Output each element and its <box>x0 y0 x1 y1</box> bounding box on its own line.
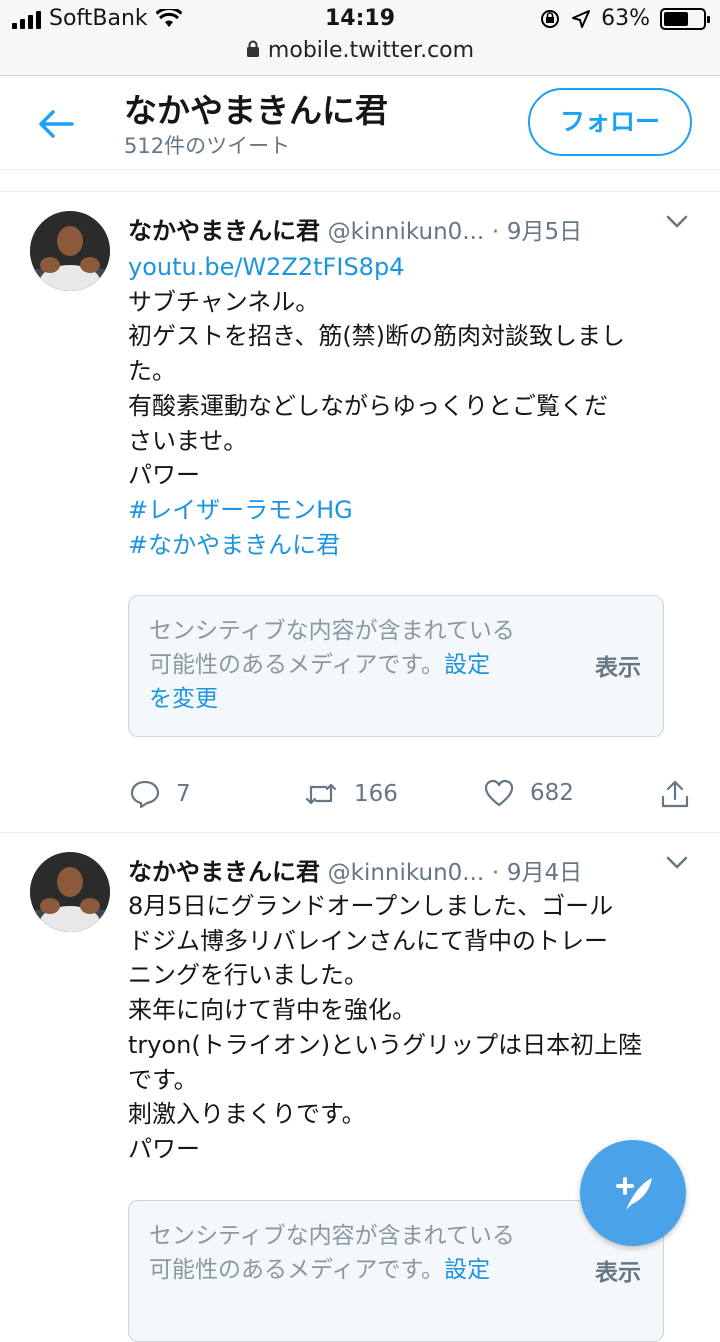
notice-line: センシティブな内容が含まれている <box>149 618 515 644</box>
author-handle[interactable]: @kinnikun0... <box>328 219 485 245</box>
notice-line: 可能性のあるメディアです。 <box>149 652 445 678</box>
browser-chrome: SoftBank 14:19 63% mobile.twitter.com <box>0 0 720 76</box>
battery-icon <box>660 7 710 30</box>
tweet-text: 8月5日にグランドオープンしました、ゴール ドジム博多リバレインさんにて背中のト… <box>128 889 692 1167</box>
tweet-link[interactable]: youtu.be/W2Z2tFIS8p4 <box>128 250 692 285</box>
notice-line: センシティブな内容が含まれている <box>149 1223 515 1249</box>
show-media-button[interactable]: 表示 <box>595 648 641 682</box>
sensitive-media-text: センシティブな内容が含まれている 可能性のあるメディアです。設定 <box>149 1219 549 1287</box>
tweet-line: さいませ。 <box>128 426 248 455</box>
tweet-line: 刺激入りまくりです。 <box>128 1100 366 1129</box>
change-settings-link[interactable]: を変更 <box>149 686 218 712</box>
reply-icon <box>130 780 160 809</box>
author-name[interactable]: なかやまきんに君 <box>128 217 320 245</box>
tweet-header: なかやまきんに君 @kinnikun0... · 9月4日 <box>128 852 688 887</box>
like-count: 682 <box>530 780 574 806</box>
lock-icon <box>246 40 259 57</box>
tweet-line: ニングを行いました。 <box>128 961 368 990</box>
tweet-line: 8月5日にグランドオープンしました、ゴール <box>128 892 614 920</box>
retweet-icon <box>305 783 337 805</box>
reply-count: 7 <box>176 781 191 807</box>
tweet-text: youtu.be/W2Z2tFIS8p4 サブチャンネル。 初ゲストを招き、筋(… <box>128 250 692 562</box>
location-arrow-icon <box>572 9 591 28</box>
retweet-button[interactable]: 166 <box>304 779 398 809</box>
tweet-date[interactable]: 9月4日 <box>507 860 582 886</box>
status-bar: SoftBank 14:19 63% <box>0 0 720 40</box>
hashtag-link[interactable]: #なかやまきんに君 <box>128 528 692 563</box>
orientation-lock-icon <box>541 9 560 28</box>
tweet-line: ドジム博多リバレインさんにて背中のトレー <box>128 926 608 955</box>
share-icon <box>661 780 689 808</box>
chevron-down-icon[interactable] <box>666 215 688 229</box>
tweet-line: 初ゲストを招き、筋(禁)断の筋肉対談致しまし <box>128 322 626 351</box>
compose-feather-icon <box>616 1177 652 1210</box>
like-button[interactable]: 682 <box>484 779 574 807</box>
follow-button[interactable]: フォロー <box>528 88 692 156</box>
separator-dot: · <box>491 219 500 245</box>
tweet-line: tryon(トライオン)というグリップは日本初上陸 <box>128 1030 643 1059</box>
tweet-date[interactable]: 9月5日 <box>507 219 582 245</box>
sensitive-media-text: センシティブな内容が含まれている 可能性のあるメディアです。設定 を変更 <box>149 614 549 716</box>
change-settings-link[interactable]: 設定 <box>444 1257 490 1283</box>
url-host: mobile.twitter.com <box>267 38 475 63</box>
avatar-image <box>30 211 110 291</box>
heart-icon <box>484 779 514 807</box>
tweet-header: なかやまきんに君 @kinnikun0... · 9月5日 <box>128 211 688 246</box>
separator-dot: · <box>491 860 500 886</box>
share-button[interactable] <box>660 779 690 809</box>
avatar[interactable] <box>30 211 110 291</box>
tweet-line: です。 <box>128 1065 198 1094</box>
change-settings-link[interactable]: 設定 <box>444 652 490 678</box>
tweet[interactable]: なかやまきんに君 @kinnikun0... · 9月5日 youtu.be/W… <box>0 193 720 833</box>
tweet-line: 来年に向けて背中を強化。 <box>128 996 416 1025</box>
timeline-divider <box>0 170 720 192</box>
profile-header: なかやまきんに君 512件のツイート フォロー <box>0 76 720 170</box>
retweet-count: 166 <box>354 781 398 807</box>
show-media-button[interactable]: 表示 <box>595 1253 641 1287</box>
back-arrow-icon[interactable] <box>36 106 76 142</box>
tweet-actions: 7 166 682 <box>128 779 694 819</box>
avatar-image <box>30 852 110 932</box>
url-bar[interactable]: mobile.twitter.com <box>0 38 720 63</box>
author-handle[interactable]: @kinnikun0... <box>328 860 485 886</box>
sensitive-media-notice: センシティブな内容が含まれている 可能性のあるメディアです。設定 を変更 表示 <box>128 595 664 737</box>
chevron-down-icon[interactable] <box>666 856 688 870</box>
tweet-line: た。 <box>128 357 176 386</box>
author-name[interactable]: なかやまきんに君 <box>128 858 320 886</box>
battery-percent: 63% <box>601 6 650 31</box>
reply-button[interactable]: 7 <box>130 779 191 809</box>
hashtag-link[interactable]: #レイザーラモンHG <box>128 493 692 528</box>
tweet-line: 有酸素運動などしながらゆっくりとご覧くだ <box>128 391 608 420</box>
tweet-line: サブチャンネル。 <box>128 287 320 316</box>
tweet-count: 512件のツイート <box>124 134 291 158</box>
avatar[interactable] <box>30 852 110 932</box>
page-title: なかやまきんに君 <box>124 91 388 130</box>
tweet-line: パワー <box>128 461 200 490</box>
compose-tweet-button[interactable] <box>580 1140 686 1246</box>
notice-line: 可能性のあるメディアです。 <box>149 1257 445 1283</box>
